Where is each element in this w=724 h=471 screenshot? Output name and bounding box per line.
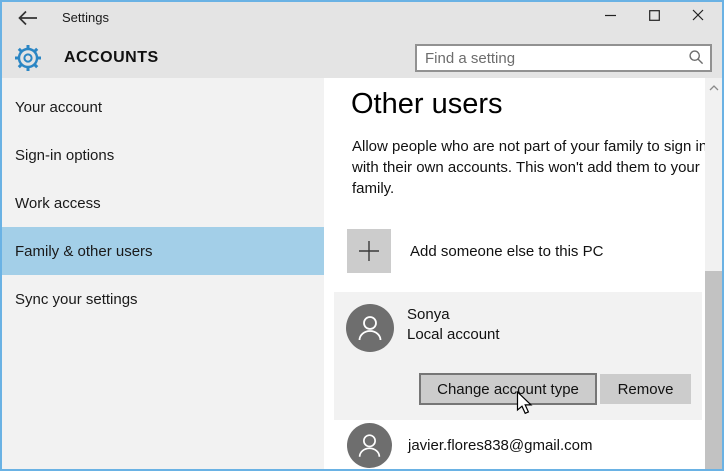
sidebar-item-sign-in-options[interactable]: Sign-in options xyxy=(2,131,324,179)
settings-sidebar: Your account Sign-in options Work access… xyxy=(2,78,324,471)
sidebar-item-family-other-users[interactable]: Family & other users xyxy=(2,227,324,275)
page-description: Allow people who are not part of your fa… xyxy=(352,136,716,199)
search-icon[interactable] xyxy=(688,49,710,67)
sidebar-item-label: Sign-in options xyxy=(15,147,114,164)
user-account-type: Local account xyxy=(407,326,500,343)
close-button[interactable] xyxy=(676,2,720,32)
sidebar-item-label: Work access xyxy=(15,195,101,212)
vertical-scrollbar[interactable] xyxy=(705,78,722,471)
change-account-type-button[interactable]: Change account type xyxy=(419,373,597,405)
avatar xyxy=(346,304,394,352)
user-row-javier[interactable]: javier.flores838@gmail.com xyxy=(347,423,592,468)
search-input[interactable] xyxy=(417,50,688,67)
maximize-button[interactable] xyxy=(632,2,676,32)
other-users-panel: Other users Allow people who are not par… xyxy=(324,78,704,471)
title-and-header-bar: Settings xyxy=(2,2,722,78)
window-title: Settings xyxy=(62,10,109,25)
page-section-title: ACCOUNTS xyxy=(64,49,159,67)
minimize-button[interactable] xyxy=(588,2,632,32)
add-someone-label: Add someone else to this PC xyxy=(410,243,603,260)
search-box xyxy=(415,44,712,72)
sidebar-item-sync-your-settings[interactable]: Sync your settings xyxy=(2,275,324,323)
remove-button[interactable]: Remove xyxy=(600,374,691,404)
chevron-up-icon[interactable] xyxy=(705,81,722,95)
back-icon xyxy=(16,15,40,32)
gear-icon xyxy=(13,43,43,73)
user-name: Sonya xyxy=(407,306,450,323)
scrollbar-thumb[interactable] xyxy=(705,271,722,471)
sidebar-item-label: Family & other users xyxy=(15,243,153,260)
page-title: Other users xyxy=(351,88,503,121)
add-someone-button[interactable]: Add someone else to this PC xyxy=(347,229,603,273)
maximize-icon xyxy=(649,8,660,26)
settings-window: Settings xyxy=(0,0,724,471)
sidebar-item-work-access[interactable]: Work access xyxy=(2,179,324,227)
plus-icon xyxy=(347,229,391,273)
mouse-cursor xyxy=(516,391,538,422)
minimize-icon xyxy=(605,8,616,26)
sidebar-item-label: Sync your settings xyxy=(15,291,138,308)
close-icon xyxy=(692,8,704,26)
user-email: javier.flores838@gmail.com xyxy=(408,437,592,454)
sidebar-item-your-account[interactable]: Your account xyxy=(2,83,324,131)
window-controls xyxy=(588,2,720,32)
back-button[interactable] xyxy=(16,8,40,28)
sidebar-item-label: Your account xyxy=(15,99,102,116)
avatar xyxy=(347,423,392,468)
